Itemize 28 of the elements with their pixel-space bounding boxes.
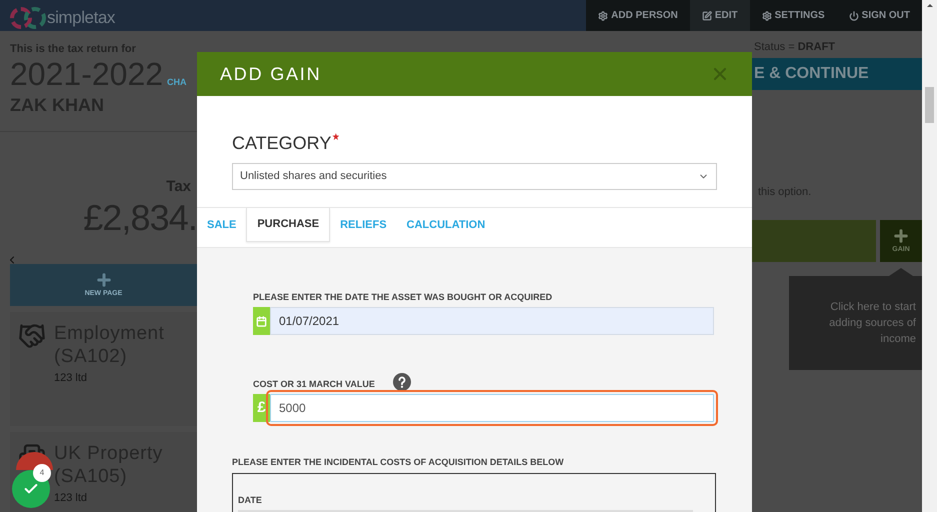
save-continue-button[interactable]: E & CONTINUE [752, 58, 922, 90]
plus-icon [892, 226, 910, 245]
power-icon [848, 10, 859, 20]
text-input[interactable]: 01/07/2021 [270, 307, 714, 335]
date-label: DATE [238, 494, 263, 506]
category-label: CATEGORY [232, 132, 332, 156]
gear-icon [762, 10, 772, 20]
help-icon[interactable] [392, 373, 411, 391]
handshake-icon [18, 322, 46, 350]
edit-icon [702, 10, 712, 20]
scrollbar[interactable] [922, 0, 937, 512]
tooltip-text: Click here to start adding sources of income [828, 300, 916, 347]
change-link[interactable]: CHA [167, 78, 187, 86]
tab[interactable]: SALE [197, 208, 246, 242]
field-label: PLEASE ENTER THE DATE THE ASSET WAS BOUGHT OR ACQUIRED [253, 290, 552, 304]
logo-text: simpletax [47, 7, 115, 29]
category-select[interactable]: Unlisted shares and securities [232, 163, 717, 190]
tab[interactable]: RELIEFS [330, 208, 397, 242]
incidental-costs-label: PLEASE ENTER THE INCIDENTAL COSTS OF ACQUISITION DETAILS BELOW [232, 456, 565, 469]
field-label: COST OR 31 MARCH VALUE [253, 378, 375, 390]
gear-icon [598, 10, 608, 20]
logo-icon [10, 4, 46, 30]
tab[interactable]: CALCULATION [396, 208, 496, 242]
nav-button[interactable]: EDIT [690, 0, 750, 31]
tab[interactable]: PURCHASE [246, 208, 330, 242]
dialog-title: ADD GAIN [220, 62, 322, 86]
plus-icon [94, 270, 112, 289]
calendar-icon [256, 316, 267, 326]
